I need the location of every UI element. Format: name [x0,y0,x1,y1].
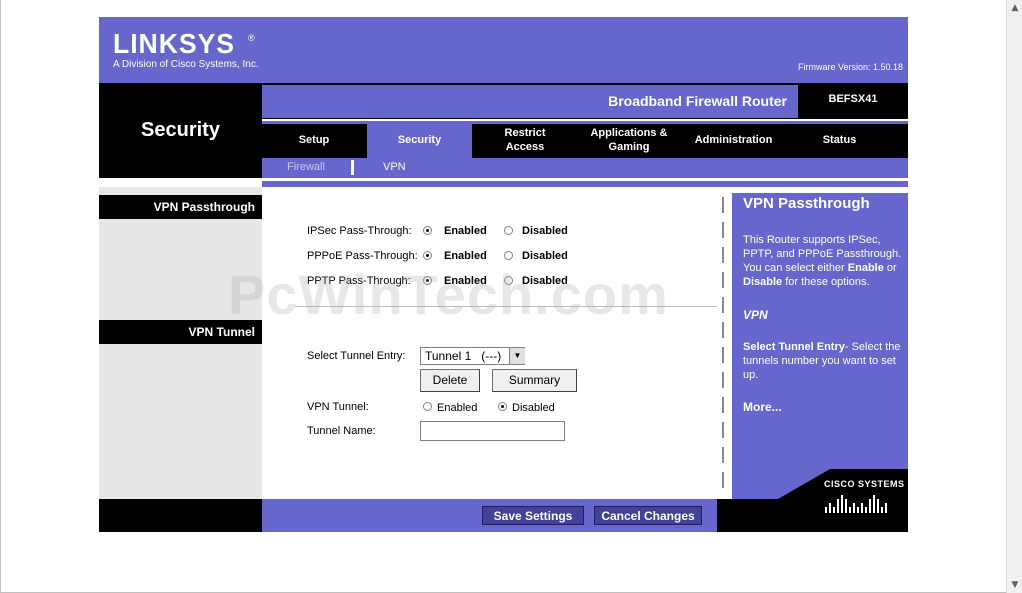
pppoe-enabled-label: Enabled [444,250,487,262]
summary-button[interactable]: Summary [492,369,577,392]
scroll-up-icon[interactable]: ▲ [1010,3,1020,13]
delete-button[interactable]: Delete [420,369,480,392]
help-more-link[interactable]: More... [743,400,782,414]
footer-left [99,499,262,532]
subtab-divider [351,160,354,175]
tunnel-select-value: Tunnel 1 (---) [425,349,502,363]
divider-segment [722,397,724,413]
divider-segment [722,197,724,213]
pppoe-enabled-radio[interactable] [423,251,432,260]
help-title: VPN Passthrough [743,195,870,212]
page-title: Security [141,119,220,141]
model-number: BEFSX41 [828,93,878,105]
pppoe-disabled-label: Disabled [522,250,568,262]
tab-setup[interactable]: Setup [262,121,366,158]
vpn-tunnel-enabled-radio[interactable] [423,402,432,411]
watermark: PcWinTech.com [228,263,669,326]
ipsec-label: IPSec Pass-Through: [307,225,412,237]
divider-segment [722,472,724,488]
vpn-tunnel-enabled-label: Enabled [437,402,478,414]
pppoe-disabled-radio[interactable] [504,251,513,260]
tunnel-name-label: Tunnel Name: [307,425,376,437]
vertical-scrollbar[interactable]: ▲ ▼ [1006,0,1022,593]
help-divider [717,193,732,499]
divider-segment [722,247,724,263]
ipsec-disabled-radio[interactable] [504,226,513,235]
sub-tabs [262,158,908,178]
divider-segment [722,222,724,238]
divider-segment [722,272,724,288]
divider-segment [722,422,724,438]
cisco-logo-text: CISCO SYSTEMS [824,479,905,489]
vpn-tunnel-disabled-radio[interactable] [498,402,507,411]
tab-restrict-access[interactable]: Restrict Access [473,121,577,158]
scroll-down-icon[interactable]: ▼ [1010,580,1020,590]
subtab-vpn[interactable]: VPN [383,161,406,173]
divider-segment [722,447,724,463]
divider-segment [722,372,724,388]
ipsec-enabled-label: Enabled [444,225,487,237]
help-tunnel-entry-text: Select Tunnel Entry- Select the tunnels … [743,341,901,381]
tab-security[interactable]: Security [367,121,472,158]
ipsec-disabled-label: Disabled [522,225,568,237]
cisco-bridge-icon [825,495,887,513]
ipsec-enabled-radio[interactable] [423,226,432,235]
cancel-changes-button[interactable]: Cancel Changes [594,506,702,525]
select-tunnel-label: Select Tunnel Entry: [307,350,406,362]
help-passthrough-text: This Router supports IPSec, PPTP, and PP… [743,234,902,288]
section-vpn-passthrough: VPN Passthrough [99,195,262,219]
product-name: Broadband Firewall Router [608,93,787,109]
linksys-logo: LINKSYS [113,28,235,59]
firmware-version: Firmware Version: 1.50.18 [797,62,903,72]
save-settings-button[interactable]: Save Settings [482,506,584,525]
registered-mark: ® [248,33,255,43]
help-vpn-heading: VPN [743,308,768,322]
vpn-tunnel-disabled-label: Disabled [512,402,555,414]
divider-segment [722,297,724,313]
tunnel-name-input[interactable] [420,421,565,441]
divider-segment [722,347,724,363]
chevron-down-icon[interactable]: ▼ [509,348,525,364]
tab-administration[interactable]: Administration [681,121,786,158]
division-text: A Division of Cisco Systems, Inc. [113,59,259,70]
tab-applications-gaming[interactable]: Applications & Gaming [578,121,680,158]
vpn-tunnel-label: VPN Tunnel: [307,401,369,413]
divider-segment [722,322,724,338]
pppoe-label: PPPoE Pass-Through: [307,250,418,262]
subtab-firewall[interactable]: Firewall [287,161,325,173]
tab-status[interactable]: Status [787,121,892,158]
